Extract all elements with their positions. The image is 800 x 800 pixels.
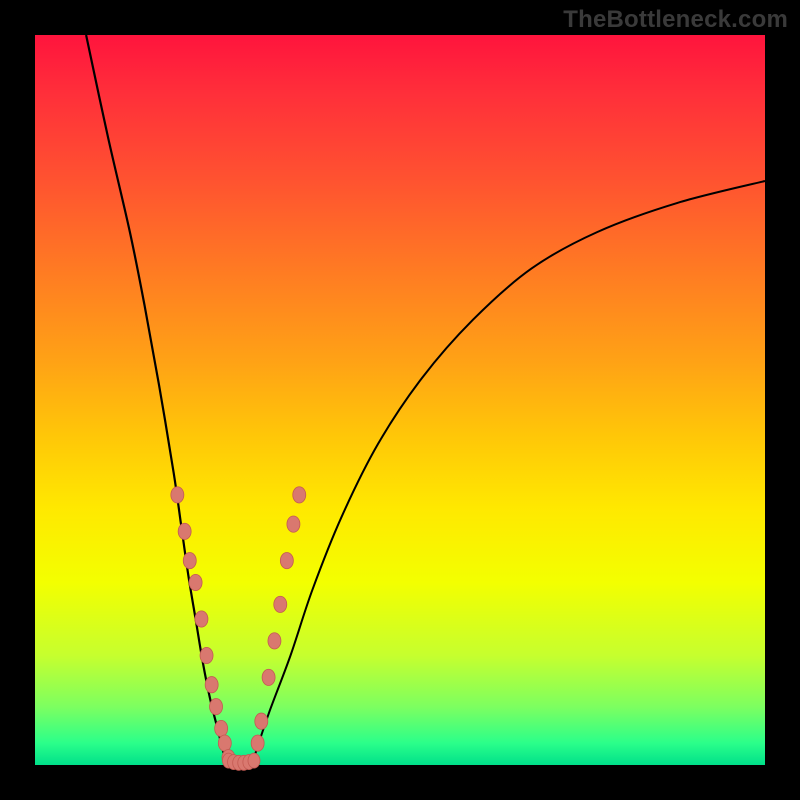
marker-dot: [293, 487, 306, 503]
marker-dot: [255, 713, 268, 729]
chart-frame: TheBottleneck.com: [0, 0, 800, 800]
marker-dot: [205, 677, 218, 693]
marker-dot: [251, 735, 264, 751]
marker-dot: [171, 487, 184, 503]
markers-valley: [222, 753, 260, 770]
chart-svg: [35, 35, 765, 765]
marker-dot: [189, 574, 202, 590]
marker-dot: [280, 552, 293, 568]
markers-left: [171, 487, 235, 766]
marker-dot: [262, 669, 275, 685]
marker-dot: [178, 523, 191, 539]
watermark-text: TheBottleneck.com: [563, 6, 788, 34]
marker-dot: [200, 647, 213, 663]
marker-dot: [215, 720, 228, 736]
marker-dot: [248, 753, 260, 768]
markers-right: [251, 487, 306, 751]
marker-dot: [274, 596, 287, 612]
plot-area: [35, 35, 765, 765]
curve-right-branch: [254, 181, 765, 758]
marker-dot: [210, 698, 223, 714]
marker-dot: [183, 552, 196, 568]
marker-dot: [195, 611, 208, 627]
marker-dot: [268, 633, 281, 649]
marker-dot: [287, 516, 300, 532]
marker-dot: [218, 735, 231, 751]
